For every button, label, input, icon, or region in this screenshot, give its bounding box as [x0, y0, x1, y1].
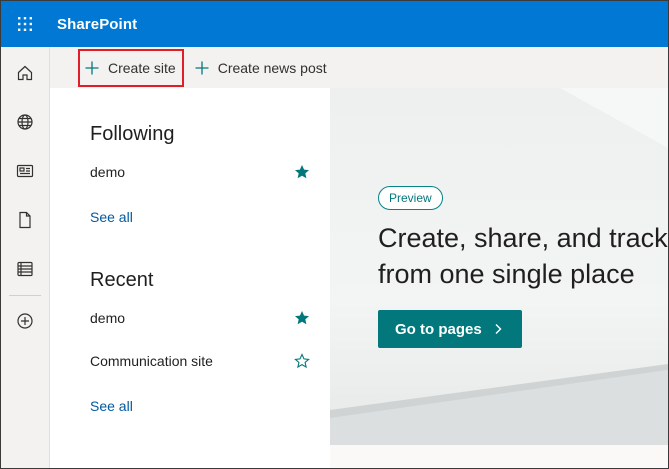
recent-item-demo[interactable]: demo: [90, 306, 310, 330]
globe-icon[interactable]: [1, 102, 49, 142]
plus-icon: [85, 61, 99, 74]
hero-title-line-1: Create, share, and track: [378, 223, 668, 253]
following-title: Following: [90, 123, 175, 145]
document-icon[interactable]: [1, 200, 49, 240]
star-filled-icon[interactable]: [294, 164, 310, 180]
star-filled-icon[interactable]: [294, 310, 310, 326]
go-to-pages-label: Go to pages: [395, 320, 482, 338]
list-item-label: demo: [90, 310, 126, 326]
app-title[interactable]: SharePoint: [57, 16, 137, 33]
recent-item-communication-site[interactable]: Communication site: [90, 349, 310, 373]
suite-bar: SharePoint: [1, 1, 668, 47]
home-icon[interactable]: [1, 53, 49, 93]
left-rail: [1, 47, 50, 468]
go-to-pages-button[interactable]: Go to pages: [378, 310, 522, 348]
rail-divider: [9, 295, 41, 296]
list-item-label: demo: [90, 164, 126, 180]
create-news-post-button[interactable]: Create news post: [188, 49, 333, 87]
plus-icon: [195, 61, 209, 74]
list-item-label: Communication site: [90, 353, 213, 369]
following-see-all-link[interactable]: See all: [90, 209, 133, 225]
news-icon[interactable]: [1, 151, 49, 191]
recent-title: Recent: [90, 269, 154, 291]
create-news-post-label: Create news post: [217, 59, 327, 76]
star-outline-icon[interactable]: [294, 353, 310, 369]
hero-title: Create, share, and track from one single…: [378, 220, 668, 292]
sites-panel: Following demo See all Recent demo Commu…: [50, 88, 330, 468]
app-launcher-icon[interactable]: [1, 1, 49, 47]
chevron-right-icon: [495, 324, 502, 334]
page-footer-area: [330, 445, 668, 468]
list-icon[interactable]: [1, 249, 49, 289]
hero-banner: Preview Create, share, and track from on…: [330, 88, 668, 445]
create-site-label: Create site: [108, 59, 176, 76]
command-bar: Create site Create news post: [50, 47, 668, 88]
following-item-demo[interactable]: demo: [90, 160, 310, 184]
add-circle-icon[interactable]: [1, 301, 49, 341]
create-site-button[interactable]: Create site: [78, 48, 184, 87]
recent-see-all-link[interactable]: See all: [90, 398, 133, 414]
hero-title-line-2: from one single place: [378, 259, 635, 289]
preview-badge: Preview: [378, 186, 443, 210]
